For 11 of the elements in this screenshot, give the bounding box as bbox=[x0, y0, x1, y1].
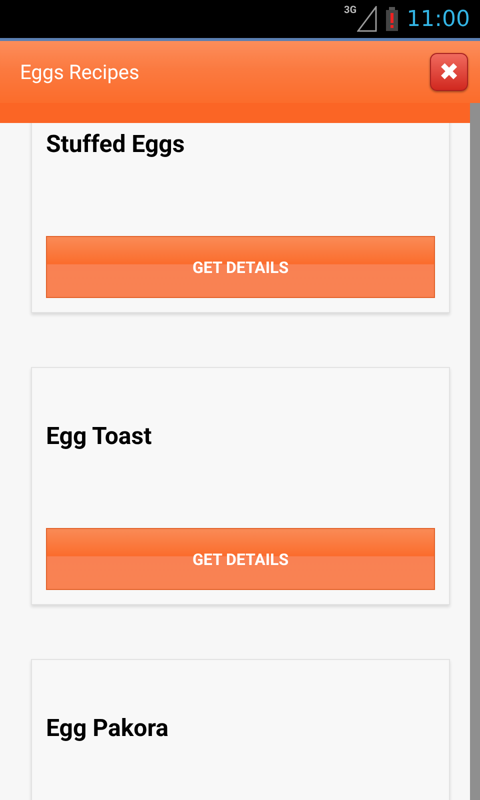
signal-icon bbox=[356, 6, 377, 32]
recipe-title: Stuffed Eggs bbox=[46, 129, 185, 160]
get-details-button[interactable]: GET DETAILS bbox=[46, 528, 435, 590]
clock-time: 11:00 bbox=[406, 6, 470, 32]
screen-title: Eggs Recipes bbox=[20, 60, 140, 84]
recipe-title: Egg Toast bbox=[46, 421, 152, 452]
get-details-button[interactable]: GET DETAILS bbox=[46, 236, 435, 298]
battery-icon bbox=[384, 7, 399, 31]
close-button[interactable]: ✖ bbox=[430, 53, 468, 91]
network-type: 3G bbox=[344, 6, 357, 16]
recipe-title: Egg Pakora bbox=[46, 713, 168, 744]
